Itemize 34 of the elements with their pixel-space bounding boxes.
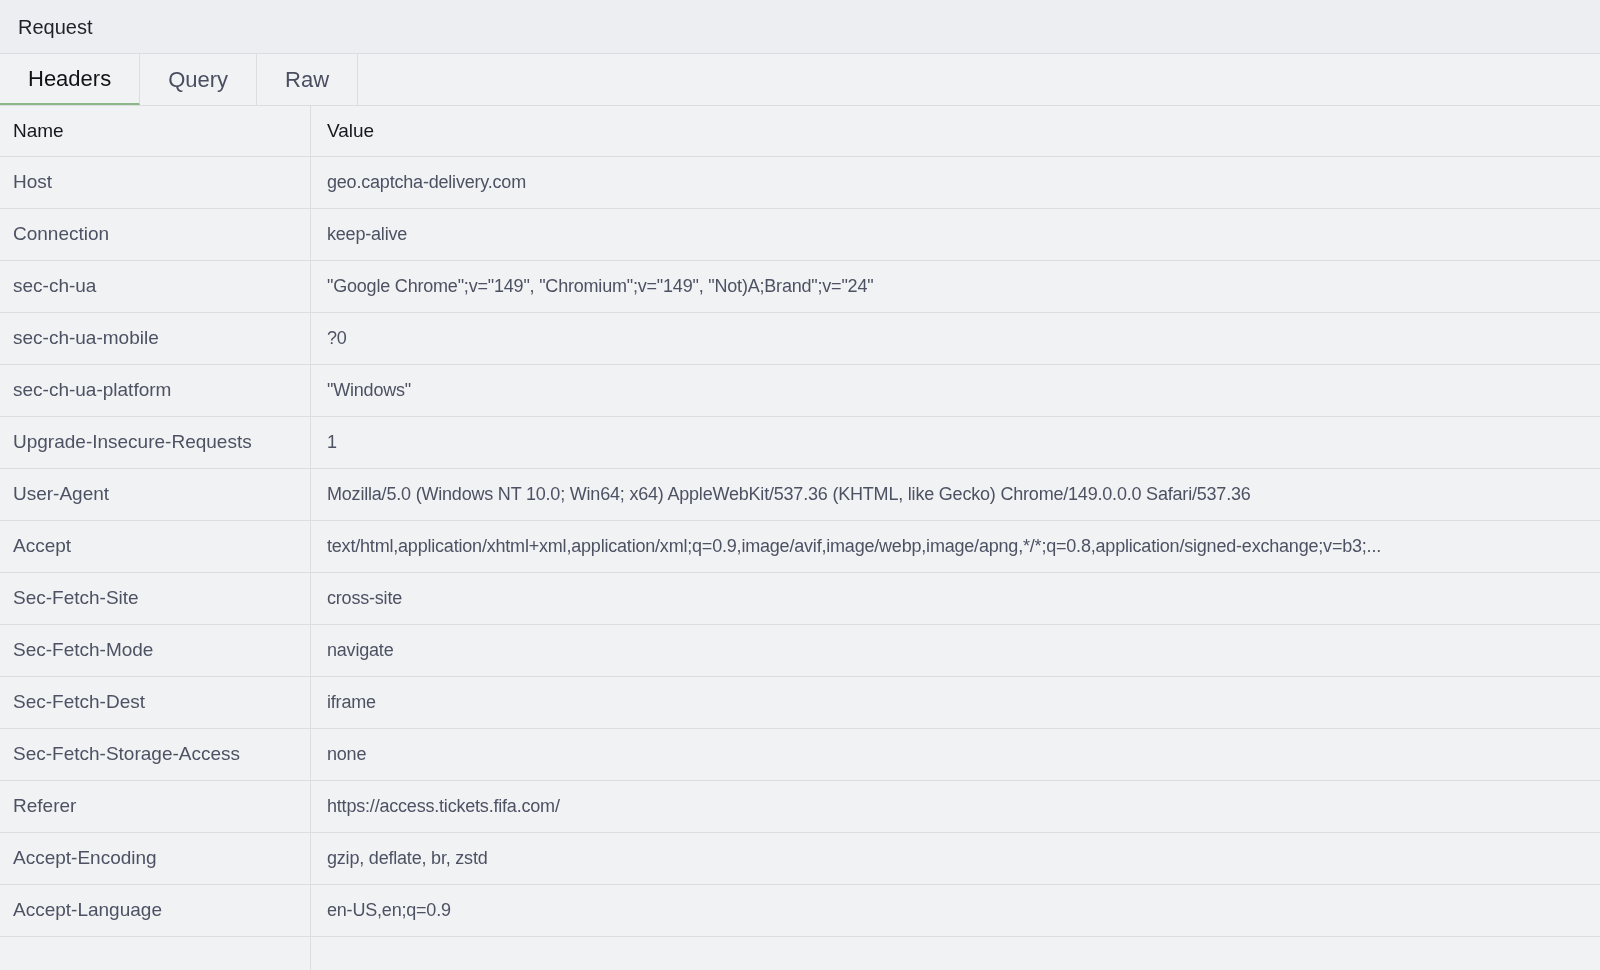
table-cell-text: en-US,en;q=0.9 bbox=[327, 899, 451, 922]
table-cell-text: Sec-Fetch-Storage-Access bbox=[13, 742, 241, 767]
column-header: Name bbox=[13, 118, 64, 143]
table-cell-text: "Google Chrome";v="149", "Chromium";v="149", "Not)A;Brand";v="24" bbox=[327, 275, 874, 298]
table-cell-text: "Windows" bbox=[327, 379, 411, 402]
table-cell-text: Sec-Fetch-Dest bbox=[13, 690, 145, 715]
table-cell-text: Sec-Fetch-Site bbox=[13, 586, 139, 611]
table-cell-text: none bbox=[327, 743, 367, 766]
table-cell-text: navigate bbox=[327, 639, 394, 662]
table-cell-text: Mozilla/5.0 (Windows NT 10.0; Win64; x64) AppleWebKit/537.36 (KHTML, like Gecko) Chrome/149.0.0.0 Safari/537.36 bbox=[327, 483, 1251, 506]
table-cell-text: cross-site bbox=[327, 587, 402, 610]
table-cell-text: Accept bbox=[13, 534, 72, 559]
table-cell-text: keep-alive bbox=[327, 223, 408, 246]
table-cell-text: Accept-Language bbox=[13, 898, 162, 923]
table-cell-text: sec-ch-ua bbox=[13, 274, 97, 299]
table-cell-text: Sec-Fetch-Mode bbox=[13, 638, 154, 663]
table-cell-text: Host bbox=[13, 170, 53, 195]
panel-title: Request bbox=[18, 14, 93, 40]
tab[interactable]: Headers bbox=[0, 54, 141, 105]
table-cell-text: sec-ch-ua-mobile bbox=[13, 326, 159, 351]
table-cell-text: Referer bbox=[13, 794, 77, 819]
table-cell-text: sec-ch-ua-platform bbox=[13, 378, 172, 403]
table-cell-text: text/html,application/xhtml+xml,application/xml;q=0.9,image/avif,image/webp,image/apng,*/*;q=0.8,application/signed-exchange;v=b3;... bbox=[327, 535, 1382, 558]
table-cell-text: User-Agent bbox=[13, 482, 110, 507]
table-cell-text: Upgrade-Insecure-Requests bbox=[13, 430, 252, 455]
table-cell-text: ?0 bbox=[327, 327, 347, 350]
table-cell-text: gzip, deflate, br, zstd bbox=[327, 847, 488, 870]
table-cell-text: iframe bbox=[327, 691, 376, 714]
table-cell-text: https://access.tickets.fifa.com/ bbox=[327, 795, 560, 818]
table-cell-text: 1 bbox=[327, 431, 337, 454]
table-cell-text: Connection bbox=[13, 222, 110, 247]
table-cell-text: geo.captcha-delivery.com bbox=[327, 171, 526, 194]
column-header: Value bbox=[327, 118, 375, 143]
table-cell-text: Accept-Encoding bbox=[13, 846, 157, 871]
